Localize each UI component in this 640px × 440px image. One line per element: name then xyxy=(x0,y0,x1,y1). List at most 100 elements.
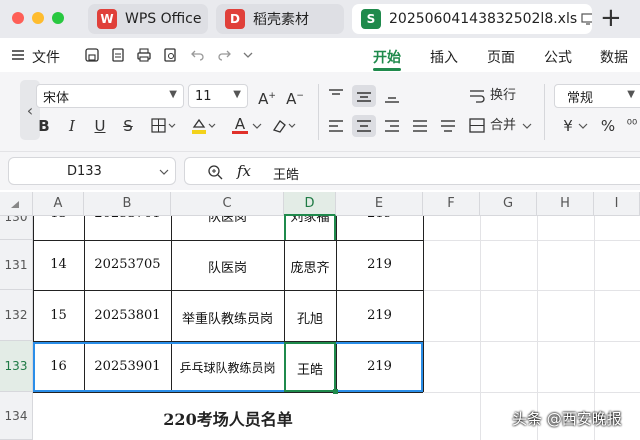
borders-icon[interactable] xyxy=(150,116,178,136)
active-cell-outline xyxy=(284,342,336,392)
tab-data[interactable]: 数据 xyxy=(600,47,628,67)
tab-formulas[interactable]: 公式 xyxy=(544,47,572,67)
bold-button[interactable]: B xyxy=(36,116,52,136)
active-tab-indicator xyxy=(373,68,401,71)
hamburger-menu-icon[interactable] xyxy=(10,47,26,63)
cell-a132[interactable]: 15 xyxy=(33,308,84,323)
align-top-icon[interactable] xyxy=(326,86,346,106)
clear-format-icon[interactable] xyxy=(270,116,298,136)
tab-insert[interactable]: 插入 xyxy=(430,47,458,67)
column-header-d[interactable]: D xyxy=(284,192,336,216)
insert-function-button[interactable]: fx xyxy=(237,162,251,180)
close-window-button[interactable] xyxy=(12,12,24,24)
cell-d130[interactable]: 刘家福 xyxy=(284,216,336,225)
tab-label: WPS Office xyxy=(125,11,202,27)
tab-page[interactable]: 页面 xyxy=(487,47,515,67)
name-box[interactable]: D133 xyxy=(8,157,176,185)
font-color-button[interactable]: A xyxy=(232,114,248,134)
cell-c132[interactable]: 举重队教练员岗 xyxy=(171,308,284,327)
cell-c131[interactable]: 队医岗 xyxy=(171,257,284,276)
cell-b131[interactable]: 20253705 xyxy=(84,257,171,272)
cell-b132[interactable]: 20253801 xyxy=(84,308,171,323)
column-header-f[interactable]: F xyxy=(423,192,480,216)
cell-c130[interactable]: 队医岗 xyxy=(171,216,284,225)
maximize-window-button[interactable] xyxy=(52,12,64,24)
distributed-align-icon[interactable] xyxy=(438,116,458,136)
thousands-separator-icon[interactable]: ⁰⁰ xyxy=(626,116,638,136)
wrap-text-icon[interactable] xyxy=(468,86,486,106)
tab-label: 稻壳素材 xyxy=(253,12,309,28)
fill-color-icon[interactable] xyxy=(190,116,218,136)
percent-format-button[interactable]: % xyxy=(600,116,616,136)
font-size-value: 11 xyxy=(195,88,212,104)
strikethrough-button[interactable]: S xyxy=(120,116,136,136)
wrap-text-button[interactable]: 换行 xyxy=(490,86,516,106)
cell-e131[interactable]: 219 xyxy=(336,257,423,272)
align-bottom-icon[interactable] xyxy=(382,86,402,106)
underline-button[interactable]: U xyxy=(92,116,108,136)
tab-spreadsheet-file[interactable]: S 20250604143832502l8.xls ✕ xyxy=(352,4,592,34)
select-all-corner[interactable] xyxy=(0,192,33,216)
column-header-e[interactable]: E xyxy=(336,192,423,216)
tab-wps-office[interactable]: W WPS Office xyxy=(88,4,208,34)
currency-format-button[interactable]: ¥ xyxy=(560,116,576,136)
font-name-value: 宋体 xyxy=(43,90,70,106)
font-size-select[interactable]: 11 ▼ xyxy=(188,84,248,108)
cell-e130[interactable]: 219 xyxy=(336,216,423,221)
column-header-a[interactable]: A xyxy=(33,192,84,216)
undo-icon[interactable] xyxy=(190,47,206,63)
row-header-130[interactable]: 130 xyxy=(0,216,33,240)
print-icon[interactable] xyxy=(136,47,152,63)
align-center-icon[interactable] xyxy=(352,115,376,137)
italic-button[interactable]: I xyxy=(64,116,80,136)
fill-handle[interactable] xyxy=(333,389,338,394)
row-header-133[interactable]: 133 xyxy=(0,341,33,392)
chevron-down-icon[interactable] xyxy=(522,116,532,136)
zoom-in-icon[interactable] xyxy=(207,164,223,180)
new-tab-button[interactable]: + xyxy=(600,4,622,32)
cell-b130[interactable]: 20253701 xyxy=(84,216,171,221)
save-icon[interactable] xyxy=(84,47,100,63)
cell-e132[interactable]: 219 xyxy=(336,308,423,323)
cell-d132[interactable]: 孔旭 xyxy=(284,308,336,327)
number-format-select[interactable]: 常规 ▼ xyxy=(554,84,640,108)
minimize-window-button[interactable] xyxy=(32,12,44,24)
column-header-g[interactable]: G xyxy=(480,192,537,216)
align-middle-icon[interactable] xyxy=(352,85,376,107)
cell-d131[interactable]: 庞思齐 xyxy=(284,257,336,276)
align-right-icon[interactable] xyxy=(382,116,402,136)
tab-home[interactable]: 开始 xyxy=(373,47,401,67)
tab-daoke-material[interactable]: D 稻壳素材 xyxy=(216,4,344,34)
cell-a131[interactable]: 14 xyxy=(33,257,84,272)
chevron-down-icon: ▼ xyxy=(233,89,241,100)
cell-reference: D133 xyxy=(67,164,102,179)
print-preview-icon[interactable] xyxy=(162,47,178,63)
font-color-glyph: A xyxy=(234,115,246,133)
row-header-134[interactable]: 134 xyxy=(0,392,33,440)
align-left-icon[interactable] xyxy=(326,116,346,136)
number-format-value: 常规 xyxy=(567,90,594,106)
file-menu[interactable]: 文件 xyxy=(32,47,60,67)
justify-icon[interactable] xyxy=(410,116,430,136)
increase-font-size-icon[interactable]: A+ xyxy=(258,86,276,109)
daoke-logo-icon: D xyxy=(225,9,245,29)
export-pdf-icon[interactable] xyxy=(110,47,126,63)
font-name-select[interactable]: 宋体 ▼ xyxy=(36,84,184,108)
section-title-cell[interactable]: 220考场人员名单 xyxy=(33,406,423,430)
merge-cells-icon[interactable] xyxy=(468,116,486,136)
row-header-132[interactable]: 132 xyxy=(0,290,33,341)
column-header-c[interactable]: C xyxy=(171,192,284,216)
column-header-b[interactable]: B xyxy=(84,192,171,216)
redo-icon[interactable] xyxy=(216,47,232,63)
decrease-font-size-icon[interactable]: A− xyxy=(286,86,304,109)
chevron-down-icon[interactable] xyxy=(578,116,588,136)
cell-a130[interactable]: 13 xyxy=(33,216,84,221)
column-header-i[interactable]: I xyxy=(594,192,640,216)
merge-cells-button[interactable]: 合并 xyxy=(490,116,516,136)
formula-input[interactable]: fx 王皓 xyxy=(184,157,640,185)
column-header-h[interactable]: H xyxy=(537,192,594,216)
monitor-icon[interactable] xyxy=(581,13,592,25)
row-header-131[interactable]: 131 xyxy=(0,240,33,290)
chevron-down-icon[interactable] xyxy=(252,116,262,136)
more-quick-access-icon[interactable] xyxy=(242,47,254,63)
